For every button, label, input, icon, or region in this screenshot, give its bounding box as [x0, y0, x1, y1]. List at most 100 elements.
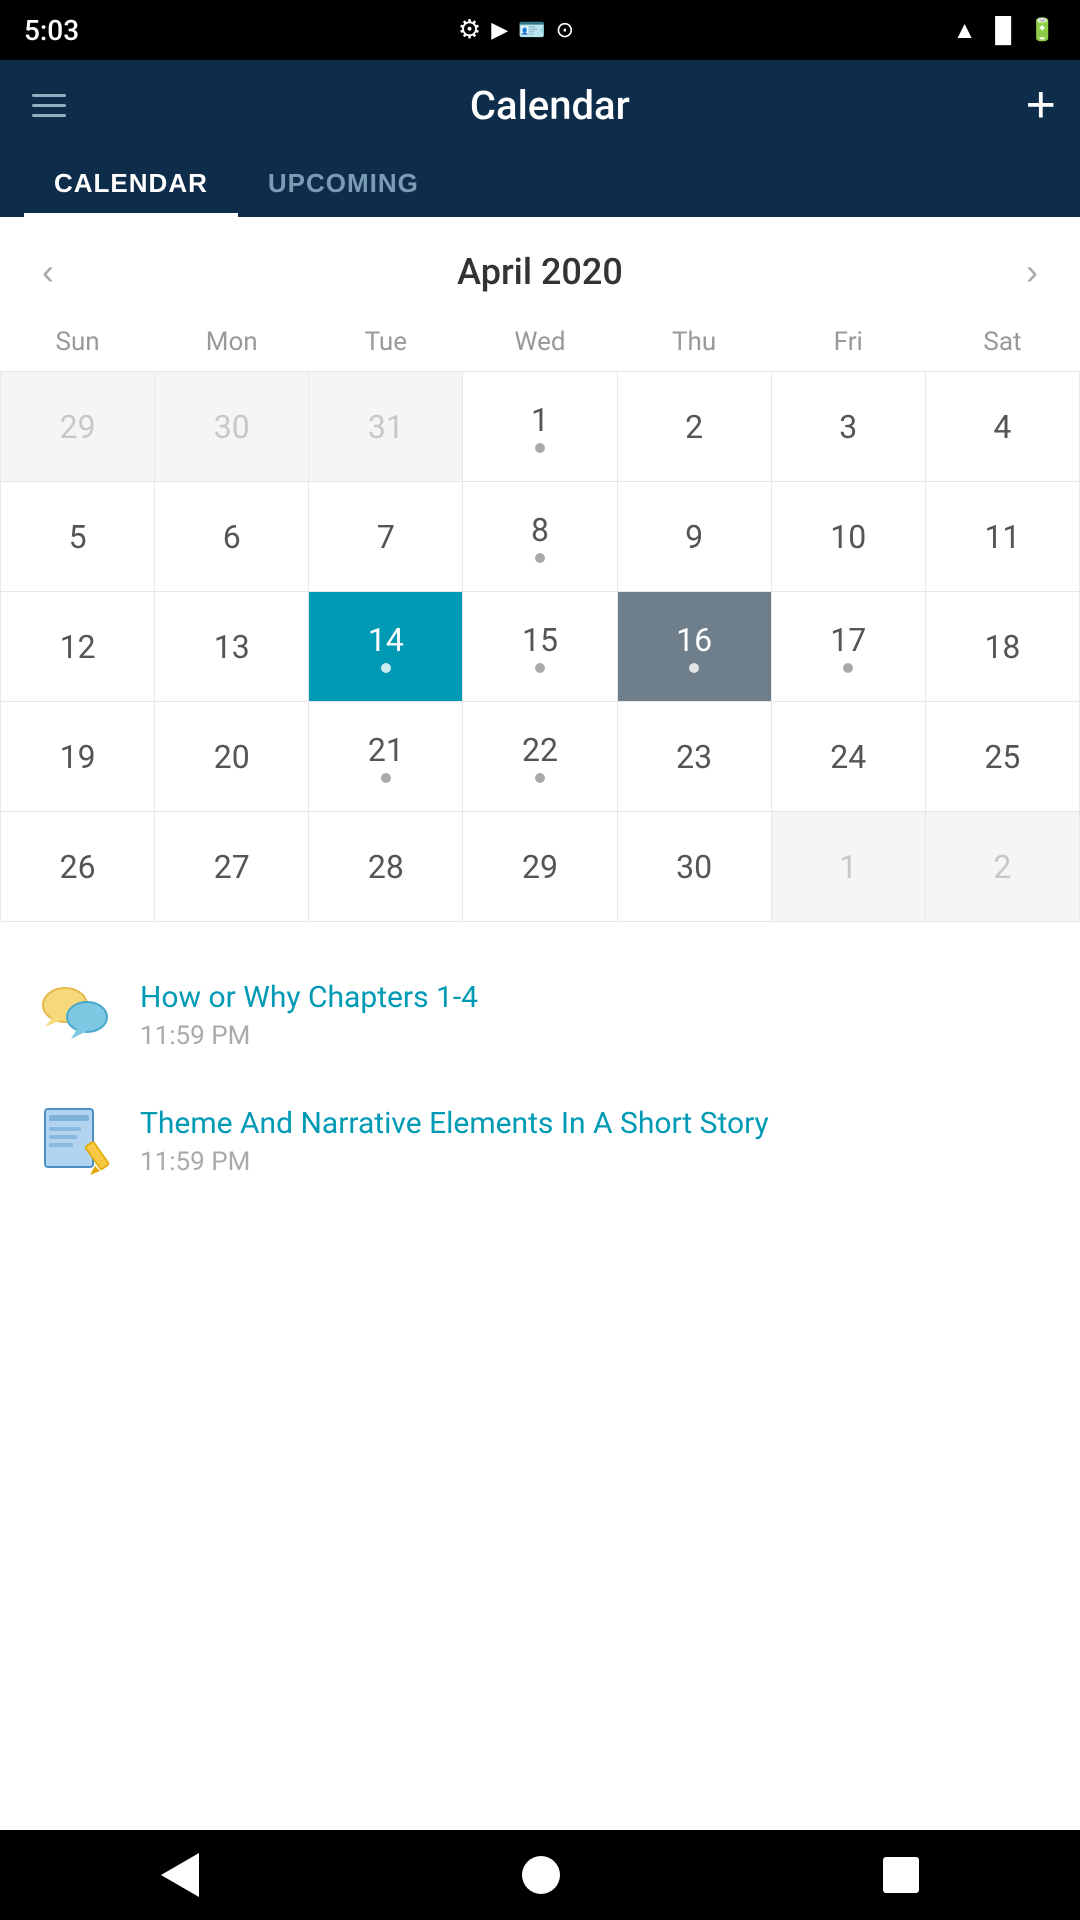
event-dot — [535, 553, 545, 563]
calendar-cell[interactable]: 7 — [309, 482, 463, 592]
settings-icon: ⚙ — [458, 15, 481, 45]
calendar-cell[interactable]: 9 — [617, 482, 771, 592]
status-icons-left: ⚙ ▶ 🪪 ⊙ — [458, 15, 574, 45]
calendar-cell[interactable]: 1 — [771, 812, 925, 922]
calendar-cell[interactable]: 8 — [463, 482, 617, 592]
tab-upcoming[interactable]: UPCOMING — [238, 150, 449, 217]
calendar-cell[interactable]: 20 — [155, 702, 309, 812]
calendar-cell[interactable]: 18 — [925, 592, 1079, 702]
recent-button[interactable] — [883, 1857, 919, 1893]
calendar-cell[interactable]: 17 — [771, 592, 925, 702]
status-time: 5:03 — [24, 14, 79, 47]
events-section: How or Why Chapters 1-4 11:59 PM Theme A… — [0, 922, 1080, 1234]
calendar-cell[interactable]: 29 — [463, 812, 617, 922]
calendar-cell[interactable]: 21 — [309, 702, 463, 812]
calendar-cell[interactable]: 15 — [463, 592, 617, 702]
event-dot — [535, 773, 545, 783]
calendar-cell[interactable]: 31 — [309, 372, 463, 482]
calendar-cell[interactable]: 30 — [617, 812, 771, 922]
day-number: 29 — [463, 812, 616, 921]
calendar-cell[interactable]: 27 — [155, 812, 309, 922]
calendar-week-0: 2930311234 — [1, 372, 1080, 482]
day-number: 25 — [926, 702, 1079, 811]
event-dot — [689, 663, 699, 673]
hamburger-button[interactable] — [24, 86, 74, 125]
event-dot — [535, 443, 545, 453]
event-time-1: 11:59 PM — [140, 1021, 478, 1051]
header-mon: Mon — [155, 317, 309, 372]
event-time-2: 11:59 PM — [140, 1147, 769, 1177]
day-number: 29 — [1, 372, 154, 481]
calendar-cell[interactable]: 26 — [1, 812, 155, 922]
day-number: 16 — [618, 592, 771, 701]
calendar-cell[interactable]: 19 — [1, 702, 155, 812]
day-number: 7 — [309, 482, 462, 591]
day-number: 2 — [926, 812, 1079, 921]
calendar-cell[interactable]: 24 — [771, 702, 925, 812]
day-number: 5 — [1, 482, 154, 591]
calendar-cell[interactable]: 12 — [1, 592, 155, 702]
back-icon — [161, 1853, 199, 1897]
prev-month-button[interactable]: ‹ — [30, 247, 66, 297]
battery-icon: 🔋 — [1029, 18, 1056, 43]
event-item-2[interactable]: Theme And Narrative Elements In A Short … — [20, 1078, 1060, 1204]
day-number: 27 — [155, 812, 308, 921]
calendar-cell[interactable]: 10 — [771, 482, 925, 592]
day-number: 15 — [463, 592, 616, 701]
calendar-cell[interactable]: 30 — [155, 372, 309, 482]
add-button[interactable]: + — [1026, 79, 1056, 131]
calendar-cell[interactable]: 25 — [925, 702, 1079, 812]
home-button[interactable] — [522, 1856, 560, 1894]
header-tue: Tue — [309, 317, 463, 372]
calendar-cell[interactable]: 2 — [617, 372, 771, 482]
day-number: 19 — [1, 702, 154, 811]
calendar-cell[interactable]: 4 — [925, 372, 1079, 482]
calendar-cell[interactable]: 11 — [925, 482, 1079, 592]
calendar-cell[interactable]: 3 — [771, 372, 925, 482]
header-thu: Thu — [617, 317, 771, 372]
header-top: Calendar + — [24, 60, 1056, 150]
calendar-cell[interactable]: 5 — [1, 482, 155, 592]
tab-calendar[interactable]: CALENDAR — [24, 150, 238, 217]
day-number: 30 — [618, 812, 771, 921]
at-icon: ⊙ — [556, 18, 574, 43]
day-number: 28 — [309, 812, 462, 921]
month-year-label: April 2020 — [457, 251, 623, 293]
day-number: 18 — [926, 592, 1079, 701]
calendar-cell[interactable]: 23 — [617, 702, 771, 812]
calendar-cell[interactable]: 16 — [617, 592, 771, 702]
calendar-week-4: 262728293012 — [1, 812, 1080, 922]
day-number: 17 — [772, 592, 925, 701]
calendar-section: ‹ April 2020 › Sun Mon Tue Wed Thu Fri S… — [0, 217, 1080, 922]
event-dot — [381, 663, 391, 673]
recent-icon — [883, 1857, 919, 1893]
day-number: 26 — [1, 812, 154, 921]
day-number: 30 — [155, 372, 308, 481]
event-item[interactable]: How or Why Chapters 1-4 11:59 PM — [20, 952, 1060, 1078]
calendar-cell[interactable]: 13 — [155, 592, 309, 702]
calendar-cell[interactable]: 1 — [463, 372, 617, 482]
calendar-cell[interactable]: 6 — [155, 482, 309, 592]
calendar-week-3: 19202122232425 — [1, 702, 1080, 812]
back-button[interactable] — [161, 1853, 199, 1897]
tabs-container: CALENDAR UPCOMING — [24, 150, 1056, 217]
calendar-cell[interactable]: 29 — [1, 372, 155, 482]
next-month-button[interactable]: › — [1014, 247, 1050, 297]
day-number: 6 — [155, 482, 308, 591]
calendar-cell[interactable]: 22 — [463, 702, 617, 812]
header-sat: Sat — [925, 317, 1079, 372]
signal-icon: ▐▌ — [987, 16, 1019, 45]
status-bar: 5:03 ⚙ ▶ 🪪 ⊙ ▲ ▐▌ 🔋 — [0, 0, 1080, 60]
calendar-cell[interactable]: 14 — [309, 592, 463, 702]
play-icon: ▶ — [491, 18, 508, 43]
calendar-cell[interactable]: 28 — [309, 812, 463, 922]
day-number: 23 — [618, 702, 771, 811]
event-dot — [535, 663, 545, 673]
day-number: 1 — [463, 372, 616, 481]
bottom-nav — [0, 1830, 1080, 1920]
day-number: 31 — [309, 372, 462, 481]
event-dot — [381, 773, 391, 783]
calendar-cell[interactable]: 2 — [925, 812, 1079, 922]
home-icon — [522, 1856, 560, 1894]
day-number: 11 — [926, 482, 1079, 591]
